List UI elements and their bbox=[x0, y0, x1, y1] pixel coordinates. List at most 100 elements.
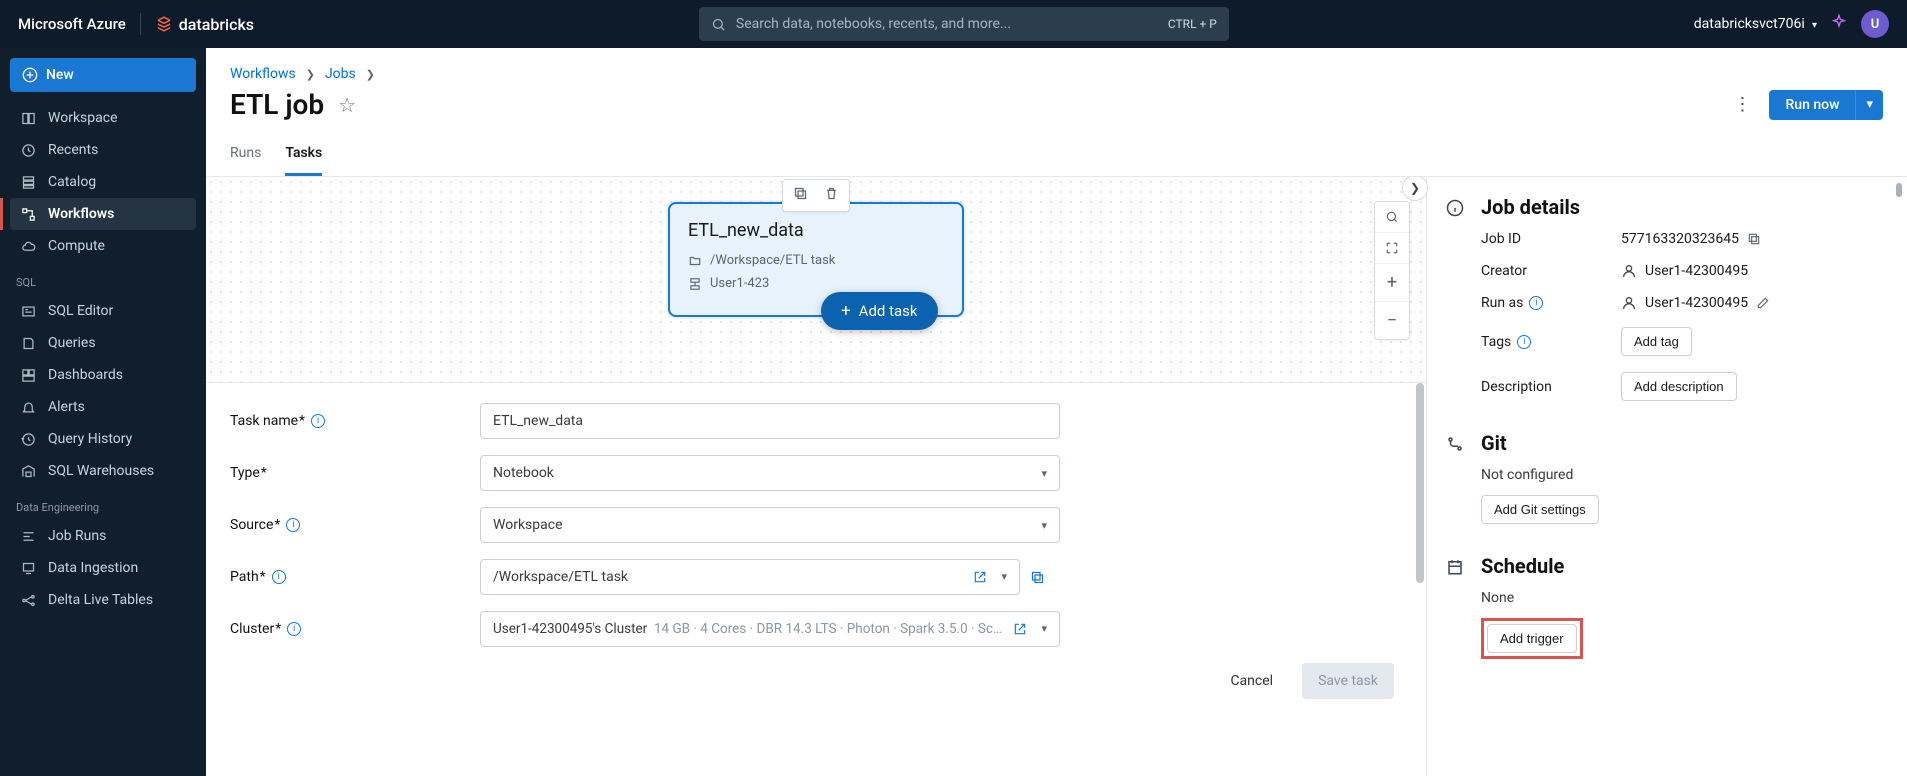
delete-task-button[interactable] bbox=[824, 186, 839, 205]
sidebar-item-dashboards[interactable]: Dashboards bbox=[10, 359, 196, 391]
sidebar-item-label: Workspace bbox=[48, 110, 118, 126]
search-shortcut: CTRL + P bbox=[1168, 17, 1217, 31]
favorite-star-icon[interactable]: ☆ bbox=[338, 93, 356, 117]
sidebar-item-sql-editor[interactable]: SQL Editor bbox=[10, 295, 196, 327]
cancel-button[interactable]: Cancel bbox=[1213, 663, 1290, 699]
run-as-label: Run as bbox=[1481, 295, 1523, 311]
calendar-icon bbox=[1446, 558, 1464, 576]
info-icon[interactable]: i bbox=[1517, 335, 1531, 349]
delta-icon bbox=[20, 592, 36, 608]
sidebar-item-workflows[interactable]: Workflows bbox=[10, 198, 196, 230]
sidebar-item-label: SQL Warehouses bbox=[48, 463, 154, 479]
copy-icon[interactable] bbox=[1747, 232, 1761, 246]
description-label: Description bbox=[1481, 379, 1621, 395]
add-task-label: Add task bbox=[859, 302, 918, 320]
global-search[interactable]: Search data, notebooks, recents, and mor… bbox=[699, 7, 1229, 41]
new-button-label: New bbox=[46, 67, 74, 83]
info-icon[interactable]: i bbox=[1529, 296, 1543, 310]
git-title: Git bbox=[1481, 431, 1881, 455]
task-graph-canvas[interactable]: ❯ + − ETL_new_data bbox=[206, 177, 1426, 382]
ingestion-icon bbox=[20, 560, 36, 576]
source-value: Workspace bbox=[493, 517, 563, 533]
task-name-label: Task name bbox=[230, 413, 305, 429]
canvas-zoom-out-button[interactable]: − bbox=[1375, 302, 1409, 339]
job-more-menu[interactable]: ⋮ bbox=[1725, 94, 1759, 115]
cluster-spec: 14 GB · 4 Cores · DBR 14.3 LTS · Photon … bbox=[654, 621, 1002, 637]
task-node-cluster: User1-423 bbox=[710, 276, 769, 291]
runs-icon bbox=[20, 528, 36, 544]
add-description-button[interactable]: Add description bbox=[1621, 372, 1737, 401]
workspace-switcher[interactable]: databricksvct706i ▾ bbox=[1694, 16, 1817, 32]
task-name-input[interactable]: ETL_new_data bbox=[480, 403, 1060, 439]
sidebar-item-catalog[interactable]: Catalog bbox=[10, 166, 196, 198]
sidebar-item-queries[interactable]: Queries bbox=[10, 327, 196, 359]
info-icon[interactable]: i bbox=[272, 570, 286, 584]
user-icon bbox=[1621, 263, 1637, 279]
task-node-toolbar bbox=[782, 179, 850, 212]
external-link-icon[interactable] bbox=[1013, 622, 1027, 636]
workspace-name: databricksvct706i bbox=[1694, 16, 1805, 32]
path-input[interactable]: /Workspace/ETL task ▾ bbox=[480, 559, 1020, 595]
add-trigger-button[interactable]: Add trigger bbox=[1487, 624, 1577, 653]
cluster-name: User1-42300495's Cluster bbox=[493, 621, 647, 637]
sidebar-item-query-history[interactable]: Query History bbox=[10, 423, 196, 455]
save-task-button[interactable]: Save task bbox=[1302, 663, 1394, 699]
canvas-fit-button[interactable] bbox=[1375, 233, 1409, 264]
source-select[interactable]: Workspace▾ bbox=[480, 507, 1060, 543]
chevron-right-icon: ❯ bbox=[306, 68, 315, 81]
section-sql: SQL bbox=[10, 262, 196, 295]
sidebar-item-sql-warehouses[interactable]: SQL Warehouses bbox=[10, 455, 196, 487]
run-now-dropdown[interactable]: ▾ bbox=[1855, 90, 1883, 120]
info-icon[interactable]: i bbox=[311, 414, 325, 428]
avatar[interactable]: U bbox=[1861, 10, 1889, 38]
new-button[interactable]: New bbox=[10, 58, 196, 92]
canvas-search-button[interactable] bbox=[1375, 202, 1409, 233]
chevron-down-icon: ▾ bbox=[1866, 97, 1873, 112]
sidebar-item-delta-live[interactable]: Delta Live Tables bbox=[10, 584, 196, 616]
sidebar-item-label: Job Runs bbox=[48, 528, 106, 544]
sidebar-item-compute[interactable]: Compute bbox=[10, 230, 196, 262]
breadcrumb-jobs[interactable]: Jobs bbox=[325, 66, 356, 82]
collapse-panel-button[interactable]: ❯ bbox=[1402, 177, 1428, 201]
search-icon bbox=[711, 17, 726, 32]
user-icon bbox=[1621, 295, 1637, 311]
sidebar-item-recents[interactable]: Recents bbox=[10, 134, 196, 166]
sidebar-item-data-ingestion[interactable]: Data Ingestion bbox=[10, 552, 196, 584]
canvas-zoom-in-button[interactable]: + bbox=[1375, 264, 1409, 302]
edit-icon[interactable] bbox=[1756, 296, 1770, 310]
git-branch-icon bbox=[1446, 435, 1464, 453]
form-scrollbar[interactable] bbox=[1416, 383, 1424, 583]
tab-tasks[interactable]: Tasks bbox=[285, 135, 322, 176]
info-icon[interactable]: i bbox=[287, 622, 301, 636]
sidebar-item-alerts[interactable]: Alerts bbox=[10, 391, 196, 423]
sidebar: New Workspace Recents Catalog Workflows … bbox=[0, 48, 206, 776]
sidebar-item-job-runs[interactable]: Job Runs bbox=[10, 520, 196, 552]
runas-value: User1-42300495 bbox=[1645, 295, 1748, 311]
creator-label: Creator bbox=[1481, 263, 1621, 279]
add-tag-button[interactable]: Add tag bbox=[1621, 327, 1692, 356]
external-link-icon[interactable] bbox=[973, 570, 987, 584]
run-now-button[interactable]: Run now ▾ bbox=[1769, 90, 1883, 120]
databricks-logo[interactable]: databricks bbox=[155, 15, 254, 34]
add-task-button[interactable]: + Add task bbox=[821, 292, 938, 330]
type-select[interactable]: Notebook▾ bbox=[480, 455, 1060, 491]
sidebar-item-label: Compute bbox=[48, 238, 105, 254]
info-icon[interactable]: i bbox=[286, 518, 300, 532]
cluster-icon bbox=[688, 277, 702, 291]
run-now-label: Run now bbox=[1769, 90, 1855, 120]
top-header: Microsoft Azure databricks Search data, … bbox=[0, 0, 1907, 48]
details-scrollbar[interactable] bbox=[1896, 183, 1902, 197]
job-tabs: Runs Tasks bbox=[206, 135, 1907, 177]
copy-path-icon[interactable] bbox=[1030, 570, 1045, 585]
sidebar-item-label: Query History bbox=[48, 431, 132, 447]
tab-runs[interactable]: Runs bbox=[230, 135, 261, 176]
assistant-icon[interactable] bbox=[1831, 14, 1847, 35]
sidebar-item-workspace[interactable]: Workspace bbox=[10, 102, 196, 134]
git-status: Not configured bbox=[1481, 467, 1881, 483]
chevron-down-icon: ▾ bbox=[1041, 467, 1047, 480]
job-id-value: 577163320323645 bbox=[1621, 231, 1739, 247]
breadcrumb-workflows[interactable]: Workflows bbox=[230, 66, 296, 82]
copy-task-button[interactable] bbox=[793, 186, 808, 205]
add-git-settings-button[interactable]: Add Git settings bbox=[1481, 495, 1599, 524]
cluster-select[interactable]: User1-42300495's Cluster 14 GB · 4 Cores… bbox=[480, 611, 1060, 647]
